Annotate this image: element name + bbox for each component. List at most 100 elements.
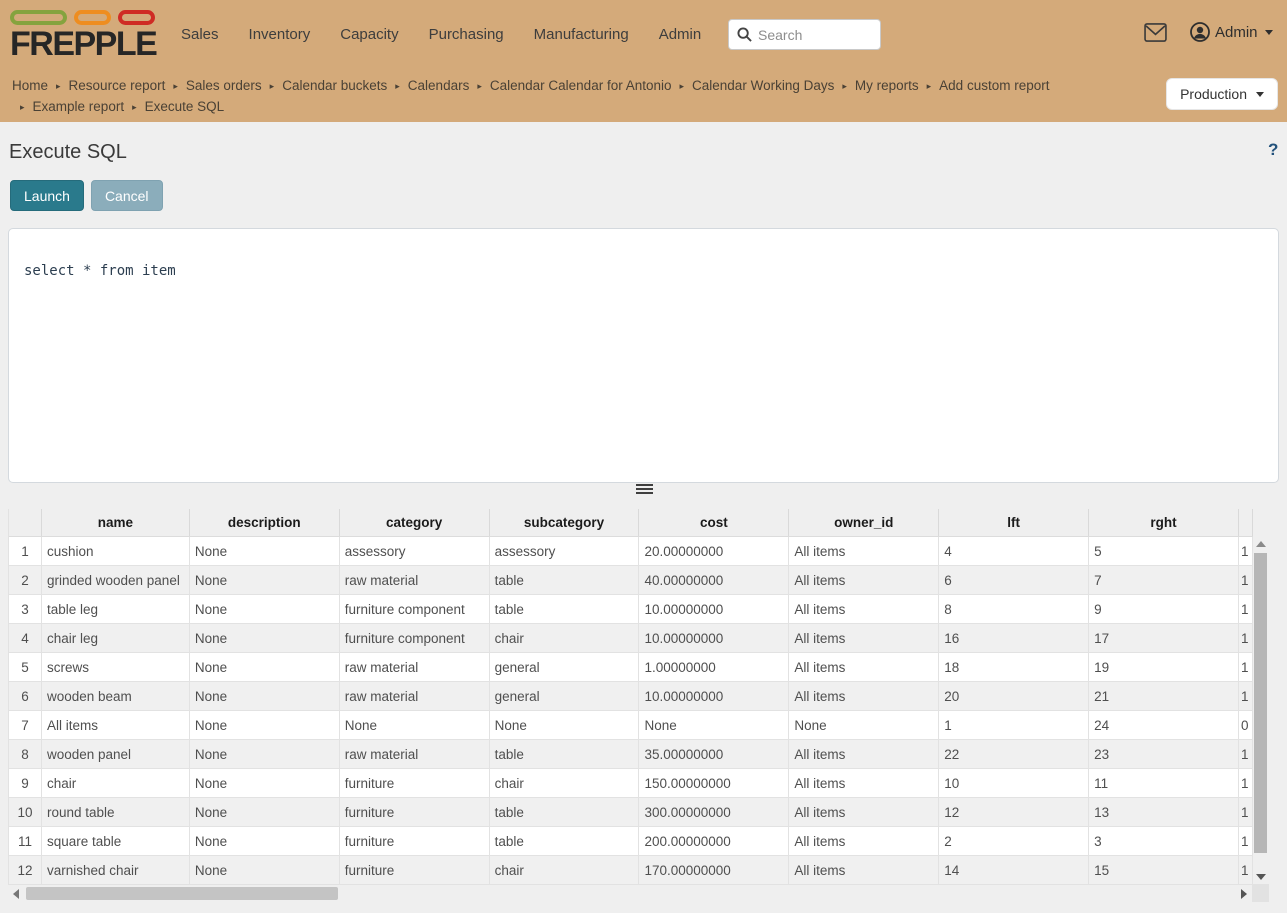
column-header-name[interactable]: name bbox=[42, 509, 190, 536]
frepple-logo[interactable]: FREPPLE bbox=[10, 9, 160, 62]
table-row[interactable]: 8wooden panelNoneraw materialtable35.000… bbox=[9, 740, 1253, 769]
breadcrumb-separator-icon: ▸ bbox=[270, 81, 275, 91]
table-cell: None bbox=[190, 624, 340, 652]
table-cell: 6 bbox=[939, 566, 1089, 594]
nav-item-purchasing[interactable]: Purchasing bbox=[429, 26, 504, 43]
table-row[interactable]: 3table legNonefurniture componenttable10… bbox=[9, 595, 1253, 624]
table-cell: 24 bbox=[1089, 711, 1239, 739]
table-cell: wooden beam bbox=[42, 682, 190, 710]
breadcrumb-item-execute-sql[interactable]: Execute SQL bbox=[145, 99, 225, 114]
table-cell: 19 bbox=[1089, 653, 1239, 681]
caret-down-icon bbox=[1256, 92, 1264, 97]
table-row[interactable]: 11square tableNonefurnituretable200.0000… bbox=[9, 827, 1253, 856]
nav-item-admin[interactable]: Admin bbox=[659, 26, 702, 43]
table-cell: 1 bbox=[1239, 566, 1253, 594]
table-cell: chair bbox=[490, 856, 640, 884]
table-cell: None bbox=[190, 595, 340, 623]
launch-button[interactable]: Launch bbox=[10, 180, 84, 211]
table-cell: 15 bbox=[1089, 856, 1239, 884]
table-cell: All items bbox=[789, 682, 939, 710]
breadcrumb-item-my-reports[interactable]: My reports bbox=[855, 78, 919, 93]
nav-item-capacity[interactable]: Capacity bbox=[340, 26, 398, 43]
sql-text[interactable]: select * from item bbox=[9, 229, 1278, 279]
page-title: Execute SQL bbox=[9, 141, 127, 164]
column-header-owner_id[interactable]: owner_id bbox=[789, 509, 939, 536]
column-header-rght[interactable]: rght bbox=[1089, 509, 1239, 536]
scroll-up-icon[interactable] bbox=[1256, 541, 1266, 547]
top-navbar: FREPPLE Sales Inventory Capacity Purchasing… bbox=[0, 0, 1287, 68]
breadcrumb-item-calendar-working-days[interactable]: Calendar Working Days bbox=[692, 78, 834, 93]
editor-resize-handle-icon[interactable] bbox=[636, 484, 653, 496]
row-number: 1 bbox=[9, 537, 42, 565]
breadcrumb-item-example-report[interactable]: Example report bbox=[33, 99, 125, 114]
scroll-down-icon[interactable] bbox=[1256, 874, 1266, 880]
row-number: 10 bbox=[9, 798, 42, 826]
table-cell: 10.00000000 bbox=[639, 624, 789, 652]
table-row[interactable]: 4chair legNonefurniture componentchair10… bbox=[9, 624, 1253, 653]
search-input[interactable] bbox=[758, 27, 868, 43]
table-cell: 5 bbox=[1089, 537, 1239, 565]
table-cell: cushion bbox=[42, 537, 190, 565]
user-menu[interactable]: Admin bbox=[1190, 22, 1273, 42]
vertical-scrollbar-thumb[interactable] bbox=[1254, 553, 1267, 853]
table-cell: round table bbox=[42, 798, 190, 826]
table-cell: All items bbox=[789, 827, 939, 855]
table-cell: chair bbox=[490, 624, 640, 652]
scroll-left-icon[interactable] bbox=[13, 889, 19, 899]
breadcrumb-item-sales-orders[interactable]: Sales orders bbox=[186, 78, 262, 93]
breadcrumb-item-home[interactable]: Home bbox=[12, 78, 48, 93]
table-row[interactable]: 7All itemsNoneNoneNoneNoneNone1240 bbox=[9, 711, 1253, 740]
table-row[interactable]: 5screwsNoneraw materialgeneral1.00000000… bbox=[9, 653, 1253, 682]
table-row[interactable]: 1cushionNoneassessoryassessory20.0000000… bbox=[9, 537, 1253, 566]
user-avatar-icon bbox=[1190, 22, 1210, 42]
row-number: 3 bbox=[9, 595, 42, 623]
table-cell: 150.00000000 bbox=[639, 769, 789, 797]
table-row[interactable]: 9chairNonefurniturechair150.00000000All … bbox=[9, 769, 1253, 798]
vertical-scrollbar[interactable] bbox=[1254, 537, 1267, 882]
column-header-lft[interactable]: lft bbox=[939, 509, 1089, 536]
breadcrumb-item-calendar-calendar-for-antonio[interactable]: Calendar Calendar for Antonio bbox=[490, 78, 672, 93]
table-cell: furniture bbox=[340, 798, 490, 826]
table-row[interactable]: 10round tableNonefurnituretable300.00000… bbox=[9, 798, 1253, 827]
table-cell: All items bbox=[789, 537, 939, 565]
row-number: 11 bbox=[9, 827, 42, 855]
nav-item-manufacturing[interactable]: Manufacturing bbox=[534, 26, 629, 43]
column-header-description[interactable]: description bbox=[190, 509, 340, 536]
cancel-button[interactable]: Cancel bbox=[91, 180, 163, 211]
nav-item-sales[interactable]: Sales bbox=[181, 26, 219, 43]
sql-editor[interactable]: select * from item bbox=[8, 228, 1279, 483]
scenario-label: Production bbox=[1180, 86, 1247, 102]
breadcrumb-item-calendar-buckets[interactable]: Calendar buckets bbox=[282, 78, 387, 93]
table-cell: None bbox=[340, 711, 490, 739]
user-name: Admin bbox=[1215, 24, 1258, 41]
table-cell: All items bbox=[789, 769, 939, 797]
column-header-subcategory[interactable]: subcategory bbox=[490, 509, 640, 536]
row-number: 12 bbox=[9, 856, 42, 884]
table-cell: general bbox=[490, 653, 640, 681]
inbox-icon[interactable] bbox=[1144, 23, 1167, 47]
horizontal-scrollbar-thumb[interactable] bbox=[26, 887, 338, 900]
scroll-right-icon[interactable] bbox=[1241, 889, 1247, 899]
column-header-category[interactable]: category bbox=[340, 509, 490, 536]
breadcrumb-item-add-custom-report[interactable]: Add custom report bbox=[939, 78, 1049, 93]
breadcrumb-item-calendars[interactable]: Calendars bbox=[408, 78, 470, 93]
table-cell: furniture component bbox=[340, 624, 490, 652]
column-header-cost[interactable]: cost bbox=[639, 509, 789, 536]
table-cell: None bbox=[190, 566, 340, 594]
table-cell: All items bbox=[789, 740, 939, 768]
table-row[interactable]: 6wooden beamNoneraw materialgeneral10.00… bbox=[9, 682, 1253, 711]
breadcrumb-separator-icon: ▸ bbox=[173, 81, 178, 91]
table-row[interactable]: 12varnished chairNonefurniturechair170.0… bbox=[9, 856, 1253, 885]
table-cell: 7 bbox=[1089, 566, 1239, 594]
scenario-selector[interactable]: Production bbox=[1166, 78, 1278, 110]
table-cell: 1 bbox=[1239, 798, 1253, 826]
breadcrumb-bar: Home▸Resource report▸Sales orders▸Calend… bbox=[0, 68, 1287, 122]
nav-item-inventory[interactable]: Inventory bbox=[249, 26, 311, 43]
breadcrumb-item-resource-report[interactable]: Resource report bbox=[69, 78, 166, 93]
table-cell: assessory bbox=[490, 537, 640, 565]
table-row[interactable]: 2grinded wooden panelNoneraw materialtab… bbox=[9, 566, 1253, 595]
table-cell: raw material bbox=[340, 566, 490, 594]
search-box[interactable] bbox=[728, 19, 881, 50]
horizontal-scrollbar[interactable] bbox=[8, 887, 1253, 901]
help-icon[interactable]: ? bbox=[1268, 140, 1278, 160]
